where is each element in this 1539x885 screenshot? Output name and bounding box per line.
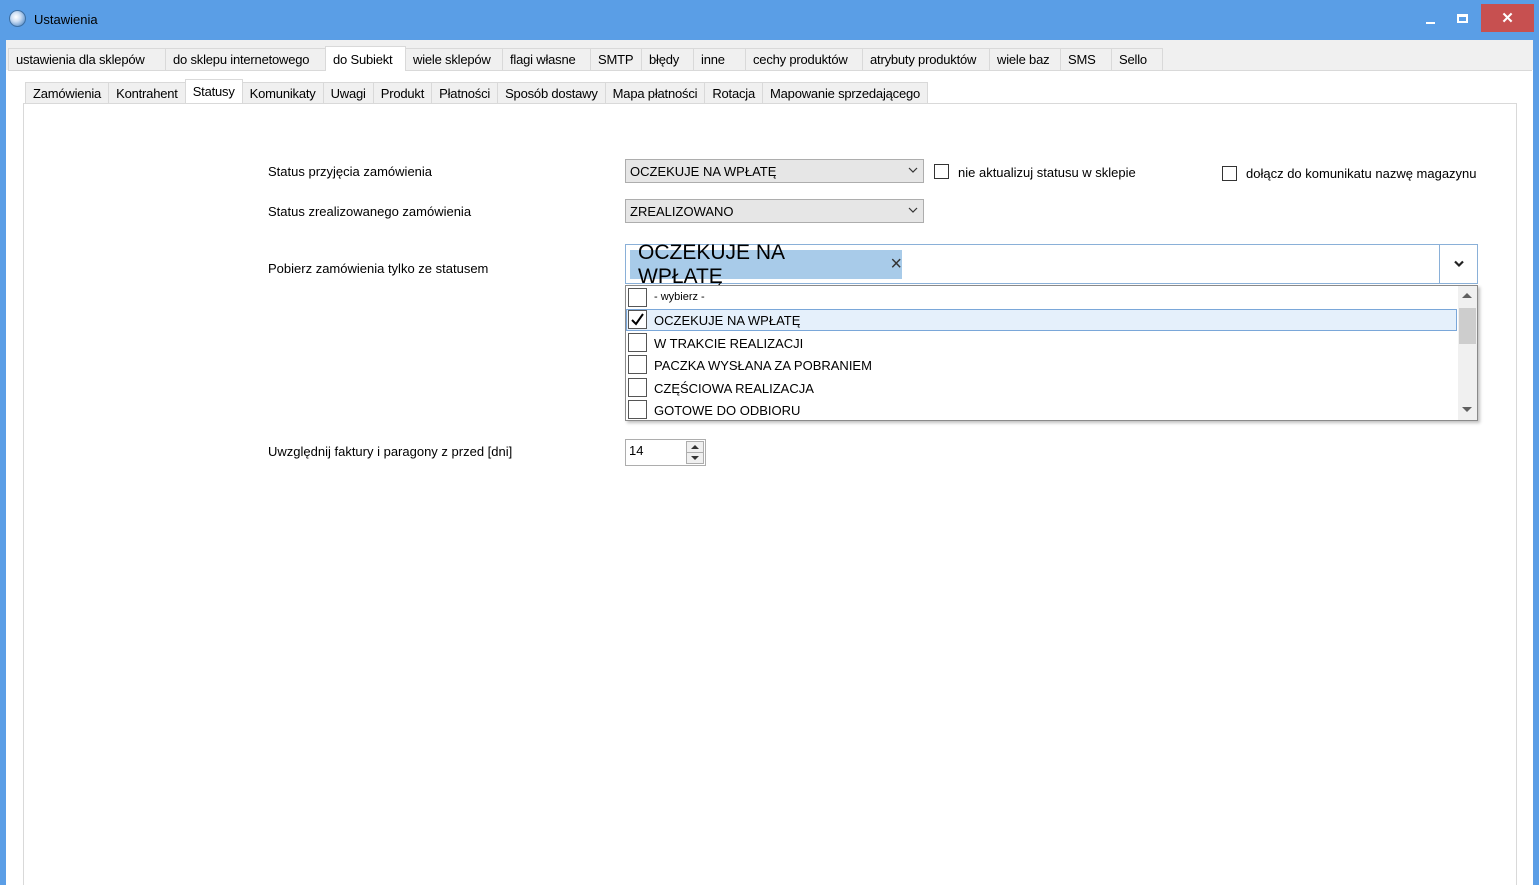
- tab-produkt[interactable]: Produkt: [372, 82, 433, 103]
- remove-tag-icon[interactable]: ×: [890, 253, 902, 276]
- status-completed-label: Status zrealizowanego zamówienia: [268, 204, 472, 219]
- tab-do-subiekt[interactable]: do Subiekt: [325, 46, 406, 71]
- checkmark-icon: [631, 313, 644, 326]
- tab-wiele-sklepow[interactable]: wiele sklepów: [405, 48, 503, 70]
- option-checkbox[interactable]: [628, 310, 647, 329]
- stepper-divider: [687, 452, 703, 453]
- main-tab-strip: ustawienia dla sklepów do sklepu interne…: [8, 46, 1532, 71]
- tab-smtp[interactable]: SMTP: [590, 48, 642, 70]
- window-title: Ustawienia: [34, 12, 98, 27]
- scroll-down-icon[interactable]: [1462, 407, 1472, 412]
- tab-sms[interactable]: SMS: [1060, 48, 1112, 70]
- chevron-down-icon: [1453, 260, 1464, 268]
- tab-platnosci[interactable]: Płatności: [431, 82, 499, 103]
- list-item[interactable]: PACZKA WYSŁANA ZA POBRANIEM: [626, 354, 1457, 376]
- stepper-buttons[interactable]: [686, 441, 704, 464]
- tab-sello[interactable]: Sello: [1111, 48, 1163, 70]
- option-label: - wybierz -: [654, 291, 705, 303]
- list-item[interactable]: W TRAKCIE REALIZACJI: [626, 332, 1457, 354]
- selected-status-tag-label: OCZEKUJE NA WPŁATĘ: [638, 240, 784, 288]
- no-update-label: nie aktualizuj statusu w sklepie: [958, 165, 1136, 180]
- selected-status-tag: OCZEKUJE NA WPŁATĘ ×: [630, 241, 902, 288]
- list-item[interactable]: GOTOWE DO ODBIORU: [626, 399, 1457, 421]
- list-item[interactable]: - wybierz -: [626, 287, 1457, 309]
- status-acceptance-label: Status przyjęcia zamówienia: [268, 164, 433, 179]
- status-completed-select[interactable]: ZREALIZOWANO: [625, 199, 924, 223]
- option-label: PACZKA WYSŁANA ZA POBRANIEM: [654, 358, 872, 373]
- scroll-up-icon[interactable]: [1462, 293, 1472, 298]
- tab-mapa-platnosci[interactable]: Mapa płatności: [604, 82, 706, 103]
- tab-atrybuty-produktow[interactable]: atrybuty produktów: [862, 48, 990, 70]
- stepper-down-icon[interactable]: [691, 456, 699, 460]
- tab-uwagi[interactable]: Uwagi: [322, 82, 374, 103]
- multiselect-toggle-button[interactable]: [1439, 245, 1477, 283]
- option-checkbox[interactable]: [628, 378, 647, 397]
- tab-ustawienia-dla-sklepow[interactable]: ustawienia dla sklepów: [8, 48, 166, 70]
- close-icon: ✕: [1501, 10, 1514, 27]
- tab-flagi-wlasne[interactable]: flagi własne: [502, 48, 591, 70]
- status-acceptance-select[interactable]: OCZEKUJE NA WPŁATĘ: [625, 159, 924, 183]
- maximize-button[interactable]: [1450, 5, 1474, 31]
- fetch-status-multiselect[interactable]: OCZEKUJE NA WPŁATĘ ×: [625, 241, 1478, 288]
- option-checkbox[interactable]: [628, 355, 647, 374]
- invoices-days-stepper[interactable]: 14: [625, 439, 706, 466]
- title-bar[interactable]: Ustawienia ✕: [0, 0, 1539, 40]
- no-update-checkbox[interactable]: [934, 164, 949, 179]
- chevron-down-icon: [908, 207, 918, 213]
- tab-statusy[interactable]: Statusy: [184, 79, 243, 103]
- sub-tab-strip: Zamówienia Kontrahent Statusy Komunikaty…: [25, 79, 929, 103]
- settings-app-icon: [9, 10, 26, 27]
- scrollbar-thumb[interactable]: [1459, 308, 1476, 344]
- dropdown-scrollbar[interactable]: [1458, 286, 1477, 420]
- fetch-status-label: Pobierz zamówienia tylko ze statusem: [268, 261, 489, 276]
- option-checkbox[interactable]: [628, 333, 647, 352]
- list-item[interactable]: OCZEKUJE NA WPŁATĘ: [626, 309, 1457, 331]
- invoices-days-label: Uwzględnij faktury i paragony z przed [d…: [268, 444, 513, 459]
- tab-bledy[interactable]: błędy: [641, 48, 694, 70]
- tab-zamowienia[interactable]: Zamówienia: [25, 82, 110, 103]
- tab-rotacja[interactable]: Rotacja: [704, 82, 763, 103]
- fetch-status-dropdown-list: - wybierz - OCZEKUJE NA WPŁATĘ W TRAKCIE…: [625, 285, 1478, 421]
- tab-komunikaty[interactable]: Komunikaty: [241, 82, 324, 103]
- attach-warehouse-checkbox[interactable]: [1222, 166, 1237, 181]
- tab-sposob-dostawy[interactable]: Sposób dostawy: [497, 82, 606, 103]
- option-label: GOTOWE DO ODBIORU: [654, 403, 801, 418]
- minimize-button[interactable]: [1418, 5, 1442, 31]
- attach-warehouse-label: dołącz do komunikatu nazwę magazynu: [1246, 166, 1477, 181]
- minimize-icon: [1425, 22, 1435, 24]
- tab-cechy-produktow[interactable]: cechy produktów: [745, 48, 863, 70]
- maximize-icon: [1456, 13, 1468, 23]
- status-completed-value: ZREALIZOWANO: [630, 203, 734, 219]
- tab-inne[interactable]: inne: [693, 48, 746, 70]
- tab-mapowanie-sprzedajacego[interactable]: Mapowanie sprzedającego: [762, 82, 929, 103]
- tab-wiele-baz[interactable]: wiele baz: [989, 48, 1061, 70]
- list-item[interactable]: CZĘŚCIOWA REALIZACJA: [626, 377, 1457, 399]
- option-checkbox[interactable]: [628, 400, 647, 419]
- tab-do-sklepu-internetowego[interactable]: do sklepu internetowego: [165, 48, 326, 70]
- option-label: OCZEKUJE NA WPŁATĘ: [654, 313, 801, 328]
- chevron-down-icon: [908, 167, 918, 173]
- tab-kontrahent[interactable]: Kontrahent: [108, 82, 186, 103]
- stepper-up-icon[interactable]: [691, 445, 699, 449]
- invoices-days-value[interactable]: 14: [629, 443, 643, 458]
- close-button[interactable]: ✕: [1481, 4, 1534, 32]
- option-checkbox[interactable]: [628, 288, 647, 307]
- status-acceptance-value: OCZEKUJE NA WPŁATĘ: [630, 163, 777, 179]
- option-label: CZĘŚCIOWA REALIZACJA: [654, 381, 814, 396]
- option-label: W TRAKCIE REALIZACJI: [654, 336, 804, 351]
